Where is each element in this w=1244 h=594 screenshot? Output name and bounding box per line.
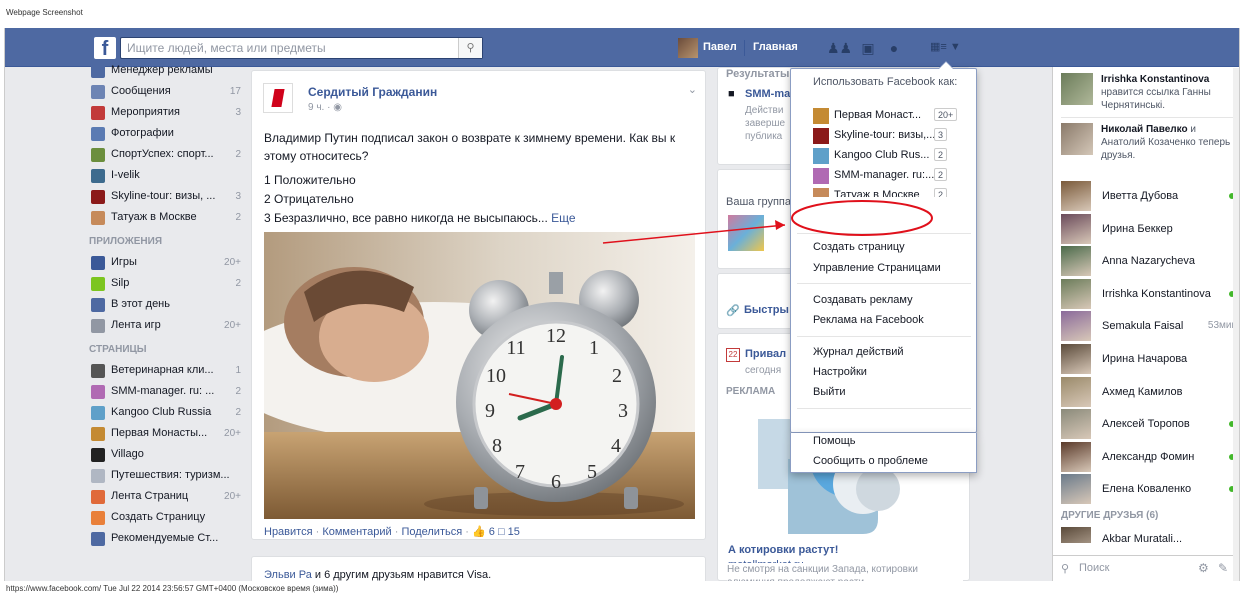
screenshot-caption: Webpage Screenshot xyxy=(6,8,83,17)
browser-viewport: f ⚲ Павел Главная ♟♟ ▣ ● ▦≡ ▼ Менеджер р… xyxy=(4,28,1240,581)
screenshot-footer: https://www.facebook.com/ Tue Jul 22 201… xyxy=(6,584,339,593)
page: Webpage Screenshot f ⚲ Павел Главная ♟♟ … xyxy=(0,0,1244,594)
red-annotation xyxy=(602,200,933,244)
